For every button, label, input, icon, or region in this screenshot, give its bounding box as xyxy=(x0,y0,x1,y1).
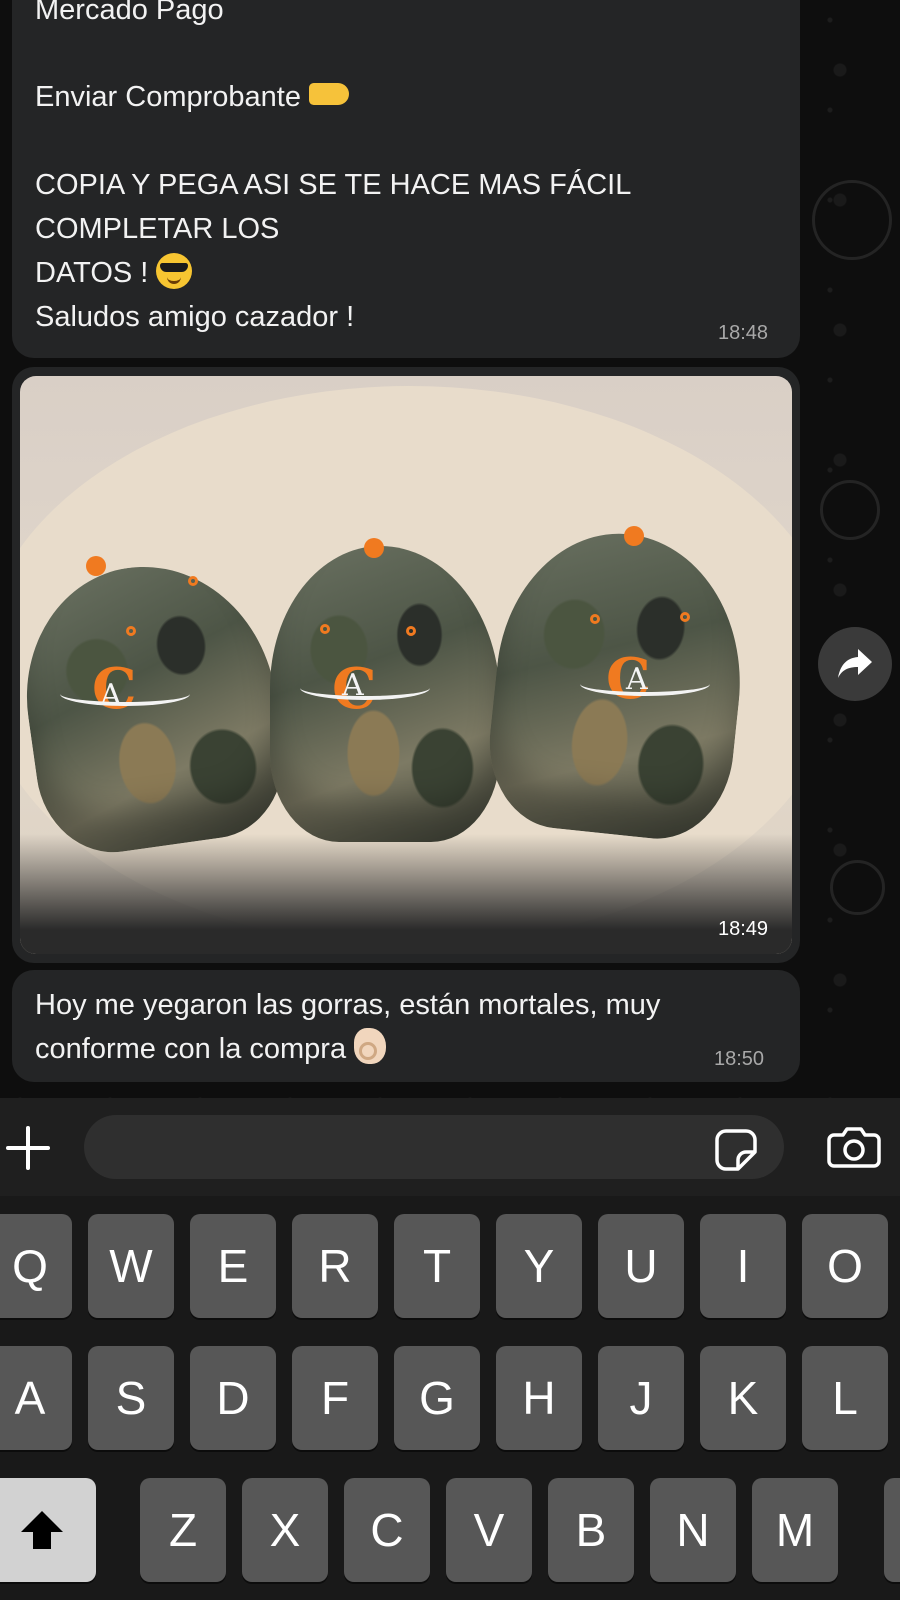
cap-top-button xyxy=(364,538,384,558)
cap-top-button xyxy=(86,556,106,576)
message-line: COMPLETAR LOS xyxy=(35,213,280,245)
message-line-text: DATOS ! xyxy=(35,257,149,289)
key-d[interactable]: D xyxy=(190,1346,276,1450)
key-o[interactable]: O xyxy=(802,1214,888,1318)
cap-eyelet xyxy=(680,612,690,622)
key-g[interactable]: G xyxy=(394,1346,480,1450)
shift-icon xyxy=(21,1511,63,1549)
cap-logo-swoosh xyxy=(580,672,710,696)
key-k[interactable]: K xyxy=(700,1346,786,1450)
forward-arrow-icon xyxy=(838,649,872,678)
cap-eyelet xyxy=(320,624,330,634)
chat-area[interactable]: Mercado Pago Enviar Comprobante COPIA Y … xyxy=(0,0,900,1098)
sticker-icon xyxy=(715,1129,757,1171)
camera-button[interactable] xyxy=(826,1126,882,1173)
key-h[interactable]: H xyxy=(496,1346,582,1450)
pointing-hand-emoji-icon xyxy=(309,83,350,106)
key-i[interactable]: I xyxy=(700,1214,786,1318)
message-line: COPIA Y PEGA ASI SE TE HACE MAS FÁCIL xyxy=(35,169,632,201)
message-input[interactable] xyxy=(84,1115,784,1179)
caps-photo[interactable]: C A C A C A xyxy=(20,376,792,954)
message-bubble-payment-info[interactable]: Mercado Pago Enviar Comprobante COPIA Y … xyxy=(12,0,800,358)
key-l[interactable]: L xyxy=(802,1346,888,1450)
cap-logo-swoosh xyxy=(60,682,190,706)
backspace-key[interactable] xyxy=(884,1478,900,1582)
message-timestamp: 18:48 xyxy=(718,322,769,344)
key-v[interactable]: V xyxy=(446,1478,532,1582)
key-j[interactable]: J xyxy=(598,1346,684,1450)
key-s[interactable]: S xyxy=(88,1346,174,1450)
message-line: conforme con la compra xyxy=(35,1027,387,1071)
message-line: Enviar Comprobante xyxy=(35,75,350,119)
key-z[interactable]: Z xyxy=(140,1478,226,1582)
cap-eyelet xyxy=(126,626,136,636)
message-line-text: Enviar Comprobante xyxy=(35,81,301,113)
key-t[interactable]: T xyxy=(394,1214,480,1318)
message-line-text: conforme con la compra xyxy=(35,1033,347,1065)
key-u[interactable]: U xyxy=(598,1214,684,1318)
wallpaper-doodle xyxy=(830,860,885,915)
cap-top-button xyxy=(624,526,644,546)
key-m[interactable]: M xyxy=(752,1478,838,1582)
message-timestamp: 18:49 xyxy=(718,918,769,940)
sunglasses-emoji-icon xyxy=(156,253,193,290)
attach-button[interactable] xyxy=(4,1124,52,1172)
message-line: Saludos amigo cazador ! xyxy=(35,301,355,333)
cap-eyelet xyxy=(406,626,416,636)
message-line: Hoy me yegaron las gorras, están mortale… xyxy=(35,989,661,1021)
key-a[interactable]: A xyxy=(0,1346,72,1450)
key-y[interactable]: Y xyxy=(496,1214,582,1318)
sticker-button[interactable] xyxy=(714,1128,758,1177)
photo-shadow xyxy=(20,834,792,954)
cap-eyelet xyxy=(590,614,600,624)
plus-icon xyxy=(6,1126,50,1170)
key-n[interactable]: N xyxy=(650,1478,736,1582)
key-e[interactable]: E xyxy=(190,1214,276,1318)
ok-hand-emoji-icon xyxy=(354,1028,387,1065)
wallpaper-doodle xyxy=(820,480,880,540)
key-x[interactable]: X xyxy=(242,1478,328,1582)
key-w[interactable]: W xyxy=(88,1214,174,1318)
key-f[interactable]: F xyxy=(292,1346,378,1450)
camera-icon xyxy=(827,1127,881,1168)
forward-button[interactable] xyxy=(818,627,892,701)
cap-logo-swoosh xyxy=(300,676,430,700)
key-q[interactable]: Q xyxy=(0,1214,72,1318)
message-line: DATOS ! xyxy=(35,251,193,295)
wallpaper-doodle xyxy=(812,180,892,260)
key-r[interactable]: R xyxy=(292,1214,378,1318)
key-c[interactable]: C xyxy=(344,1478,430,1582)
shift-key[interactable] xyxy=(0,1478,96,1582)
message-timestamp: 18:50 xyxy=(714,1048,765,1070)
cap-eyelet xyxy=(188,576,198,586)
key-b[interactable]: B xyxy=(548,1478,634,1582)
message-line: Mercado Pago xyxy=(35,0,224,26)
